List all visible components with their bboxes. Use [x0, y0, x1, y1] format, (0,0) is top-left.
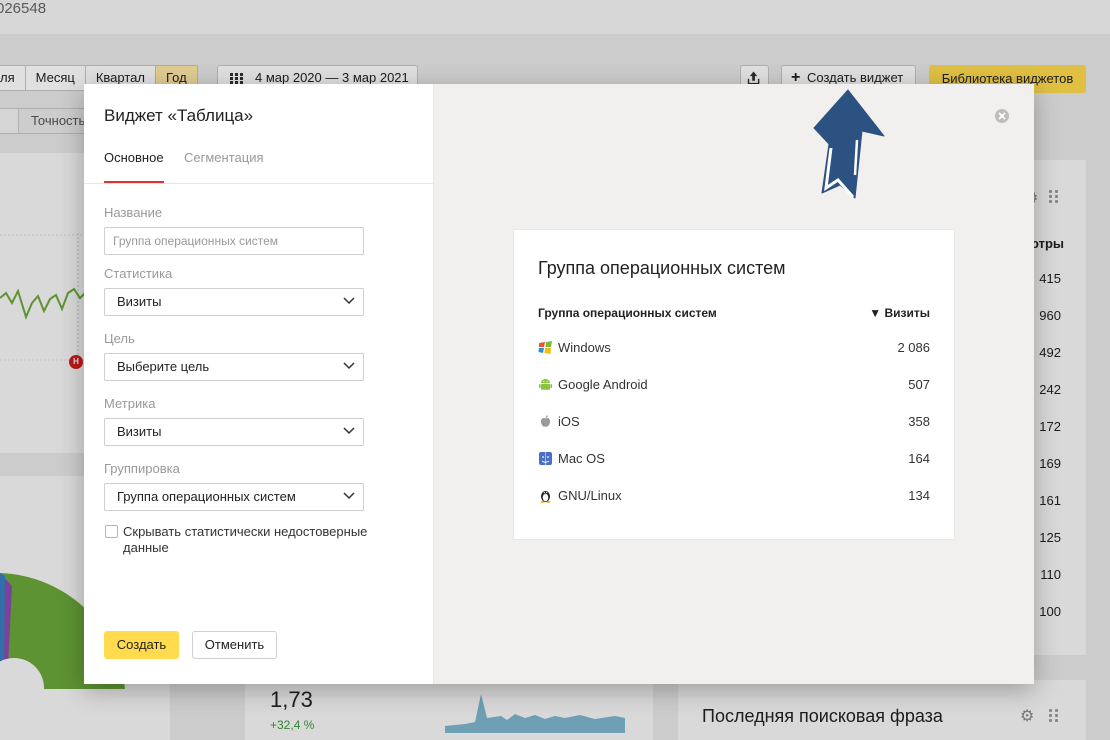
table-preview: Группа операционных систем Группа операц… — [514, 230, 954, 539]
macos-icon — [539, 452, 552, 465]
widget-settings-panel: Виджет «Таблица» Основное Сегментация На… — [84, 84, 434, 684]
chevron-down-icon — [343, 362, 355, 370]
settings-tabs: Основное Сегментация — [104, 150, 434, 184]
visits-column-header[interactable]: ▼ Визиты — [869, 306, 930, 320]
name-input[interactable] — [104, 227, 364, 255]
tabs-divider — [84, 183, 434, 184]
grouping-select[interactable]: Группа операционных систем — [104, 483, 364, 511]
cancel-button[interactable]: Отменить — [192, 631, 277, 659]
table-row: Windows 2 086 — [538, 339, 930, 359]
table-row: iOS 358 — [538, 413, 930, 433]
os-name: Mac OS — [558, 451, 605, 466]
grouping-label: Группировка — [104, 461, 180, 476]
grouping-value: Группа операционных систем — [117, 489, 296, 504]
preview-title: Группа операционных систем — [538, 258, 786, 278]
os-name: iOS — [558, 414, 580, 429]
table-row: Mac OS 164 — [538, 450, 930, 470]
visits-value: 358 — [908, 414, 930, 429]
statistics-select[interactable]: Визиты — [104, 288, 364, 316]
metric-select[interactable]: Визиты — [104, 418, 364, 446]
chevron-down-icon — [343, 297, 355, 305]
visits-value: 164 — [908, 451, 930, 466]
tab-segmentation[interactable]: Сегментация — [184, 150, 264, 166]
widget-preview-panel: Группа операционных систем Группа операц… — [434, 84, 1034, 684]
table-row: Google Android 507 — [538, 376, 930, 396]
statistics-value: Визиты — [117, 294, 162, 309]
hide-unreliable-label[interactable]: Скрывать статистически недостоверные дан… — [123, 524, 403, 556]
dialog-title: Виджет «Таблица» — [104, 106, 254, 125]
android-icon — [539, 379, 552, 390]
hide-unreliable-checkbox[interactable] — [105, 525, 118, 538]
apple-icon — [540, 415, 551, 427]
close-icon[interactable] — [994, 108, 1010, 124]
name-label: Название — [104, 205, 163, 220]
visits-value: 134 — [908, 488, 930, 503]
goal-select[interactable]: Выберите цель — [104, 353, 364, 381]
os-name: GNU/Linux — [558, 488, 622, 503]
os-name: Windows — [558, 340, 611, 355]
os-name: Google Android — [558, 377, 648, 392]
table-widget-dialog: Виджет «Таблица» Основное Сегментация На… — [84, 84, 1034, 684]
windows-icon — [538, 341, 552, 354]
table-row: GNU/Linux 134 — [538, 487, 930, 507]
goal-label: Цель — [104, 331, 135, 346]
linux-icon — [540, 491, 551, 503]
statistics-label: Статистика — [104, 266, 173, 281]
visits-value: 507 — [908, 377, 930, 392]
chevron-down-icon — [343, 492, 355, 500]
goal-value: Выберите цель — [117, 359, 210, 374]
create-button[interactable]: Создать — [104, 631, 179, 659]
tab-main[interactable]: Основное — [104, 150, 164, 166]
chevron-down-icon — [343, 427, 355, 435]
visits-value: 2 086 — [897, 340, 930, 355]
metric-value: Визиты — [117, 424, 162, 439]
metric-label: Метрика — [104, 396, 156, 411]
dimension-column-header[interactable]: Группа операционных систем — [538, 306, 717, 320]
